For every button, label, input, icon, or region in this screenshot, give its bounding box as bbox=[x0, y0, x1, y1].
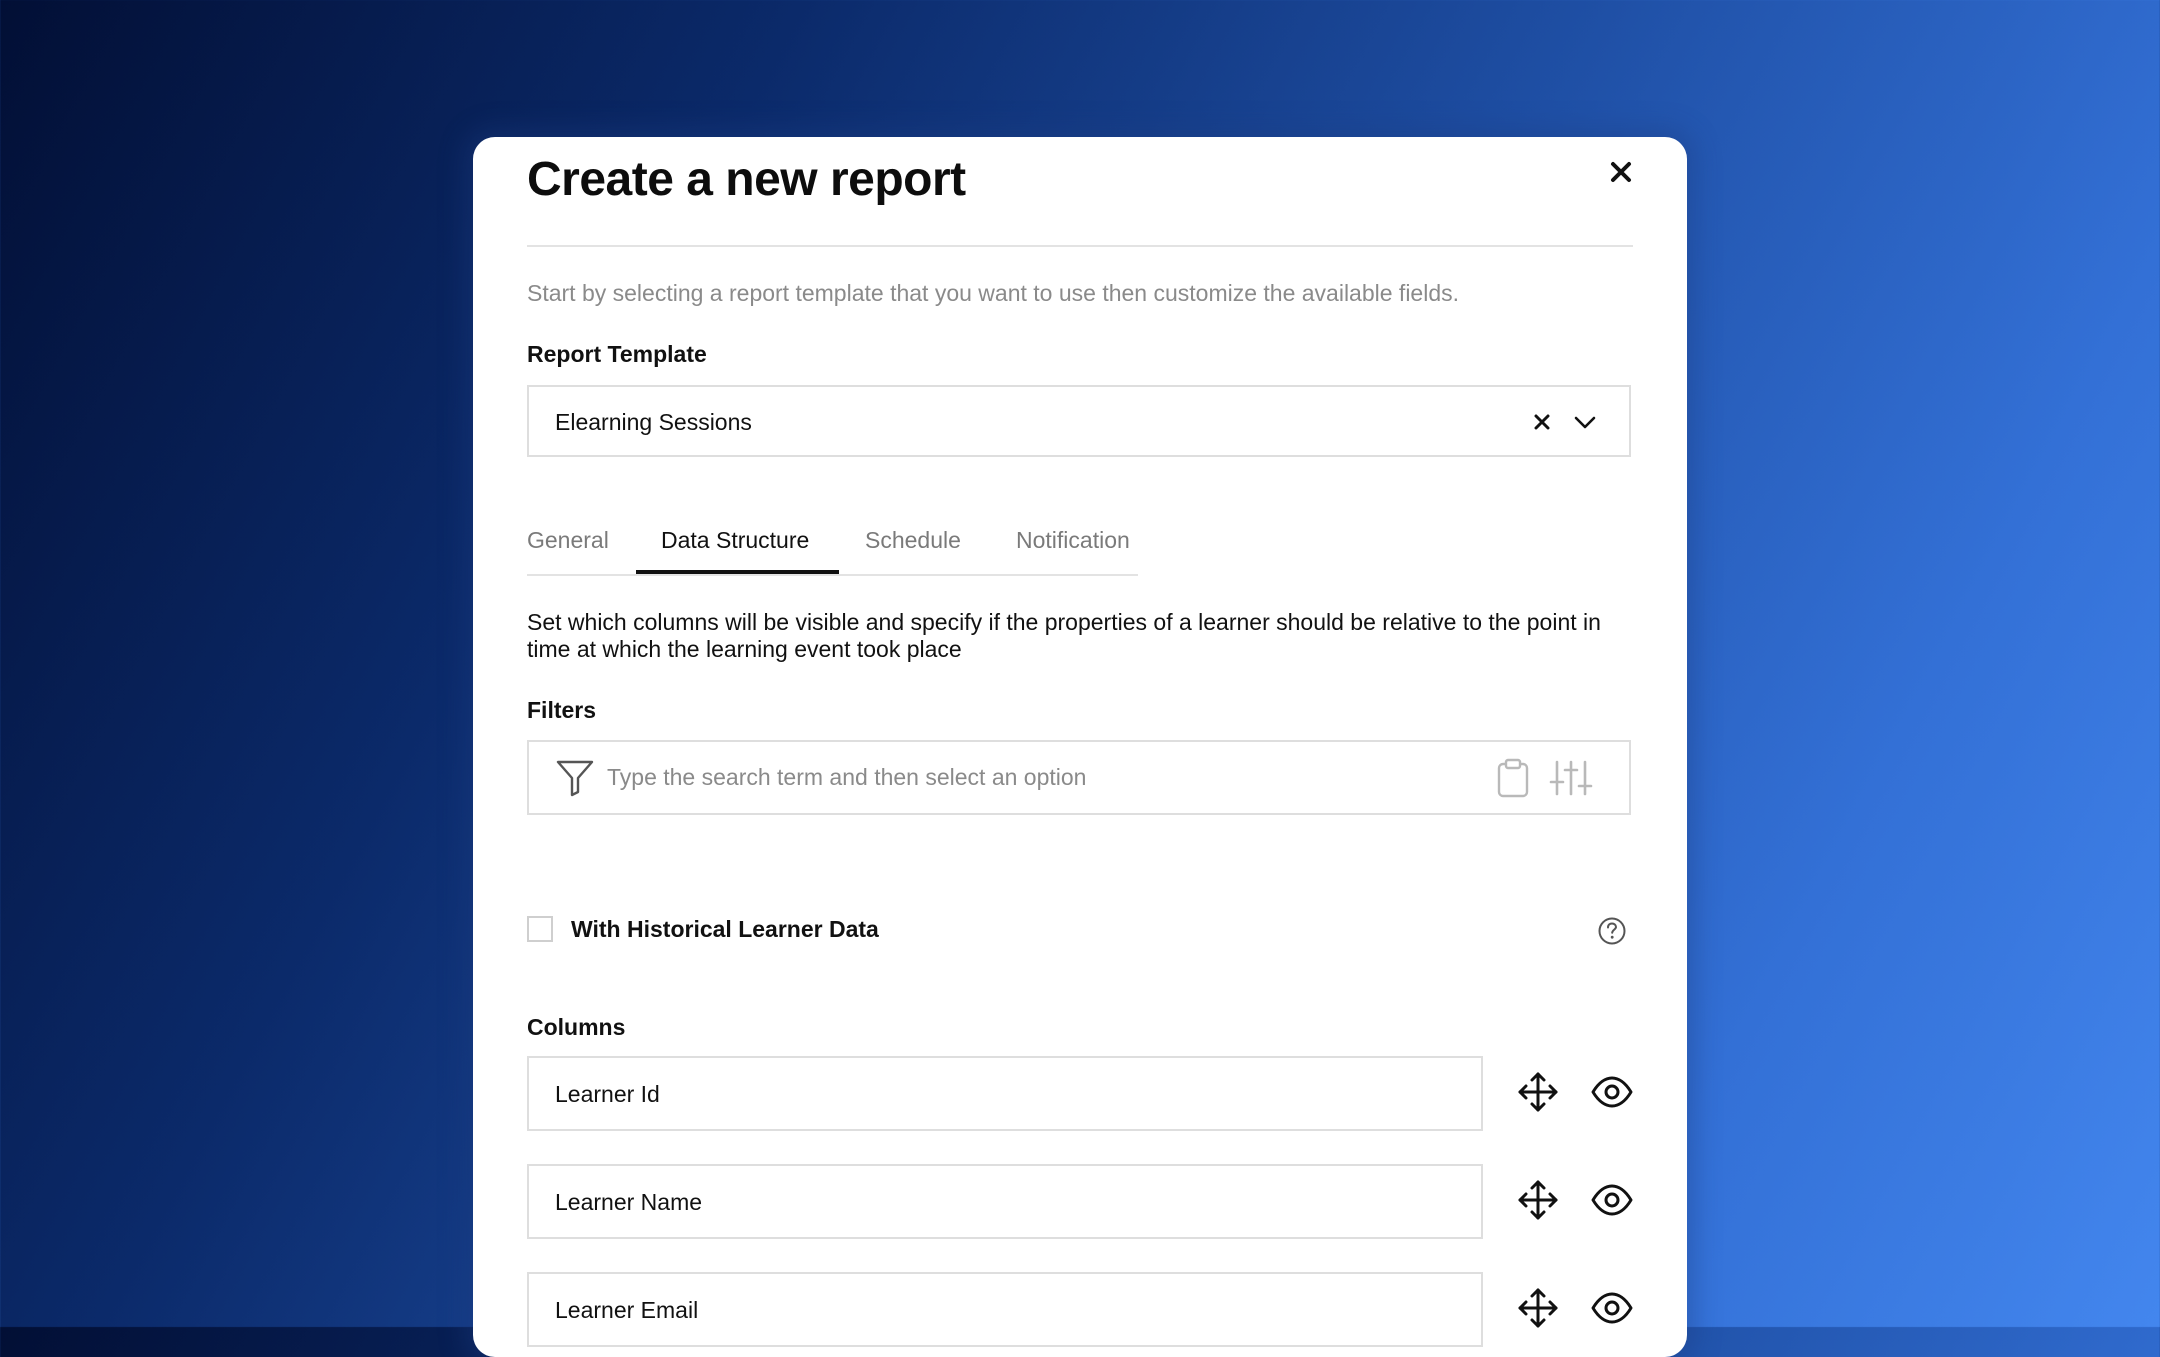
tab-notification[interactable]: Notification bbox=[1016, 527, 1130, 554]
historical-data-label: With Historical Learner Data bbox=[571, 916, 879, 942]
column-field[interactable]: Learner Email bbox=[527, 1272, 1483, 1347]
tab-general[interactable]: General bbox=[527, 527, 609, 554]
column-row: Learner Id bbox=[527, 1056, 1633, 1131]
title-divider bbox=[527, 245, 1633, 247]
tab-schedule[interactable]: Schedule bbox=[865, 527, 961, 554]
sliders-icon[interactable] bbox=[1549, 758, 1593, 798]
column-label: Learner Email bbox=[555, 1297, 699, 1323]
funnel-icon bbox=[556, 760, 594, 797]
column-label: Learner Id bbox=[555, 1081, 660, 1107]
template-dropdown-toggle[interactable] bbox=[1571, 409, 1599, 437]
column-field[interactable]: Learner Name bbox=[527, 1164, 1483, 1239]
question-circle-icon[interactable] bbox=[1597, 916, 1627, 946]
dialog-subtitle: Start by selecting a report template tha… bbox=[527, 280, 1460, 306]
clear-icon bbox=[1534, 414, 1550, 430]
move-icon[interactable] bbox=[1516, 1286, 1560, 1330]
close-button[interactable] bbox=[1602, 153, 1640, 191]
move-icon[interactable] bbox=[1516, 1070, 1560, 1114]
column-row: Learner Name bbox=[527, 1164, 1633, 1239]
tab-data-structure[interactable]: Data Structure bbox=[661, 527, 809, 554]
chevron-down-icon bbox=[1574, 416, 1596, 429]
report-template-label: Report Template bbox=[527, 341, 707, 367]
clear-template-button[interactable] bbox=[1531, 411, 1553, 433]
close-icon bbox=[1611, 162, 1631, 182]
columns-label: Columns bbox=[527, 1014, 626, 1040]
dialog-title: Create a new report bbox=[527, 153, 966, 206]
column-row: Learner Email bbox=[527, 1272, 1633, 1347]
eye-icon[interactable] bbox=[1590, 1286, 1634, 1330]
filters-label: Filters bbox=[527, 697, 597, 723]
column-label: Learner Name bbox=[555, 1189, 703, 1215]
move-icon[interactable] bbox=[1516, 1178, 1560, 1222]
historical-data-checkbox[interactable] bbox=[527, 916, 553, 942]
data-structure-description: Set which columns will be visible and sp… bbox=[527, 609, 1601, 662]
filter-search-box bbox=[527, 740, 1631, 815]
report-template-select[interactable]: Elearning Sessions bbox=[527, 385, 1631, 457]
filter-search-input[interactable] bbox=[607, 756, 1407, 798]
column-field[interactable]: Learner Id bbox=[527, 1056, 1483, 1131]
eye-icon[interactable] bbox=[1590, 1178, 1634, 1222]
clipboard-icon[interactable] bbox=[1495, 758, 1531, 798]
tab-bar: General Data Structure Schedule Notifica… bbox=[527, 522, 1138, 576]
eye-icon[interactable] bbox=[1590, 1070, 1634, 1114]
active-tab-indicator bbox=[636, 570, 839, 574]
report-template-value: Elearning Sessions bbox=[555, 409, 752, 435]
